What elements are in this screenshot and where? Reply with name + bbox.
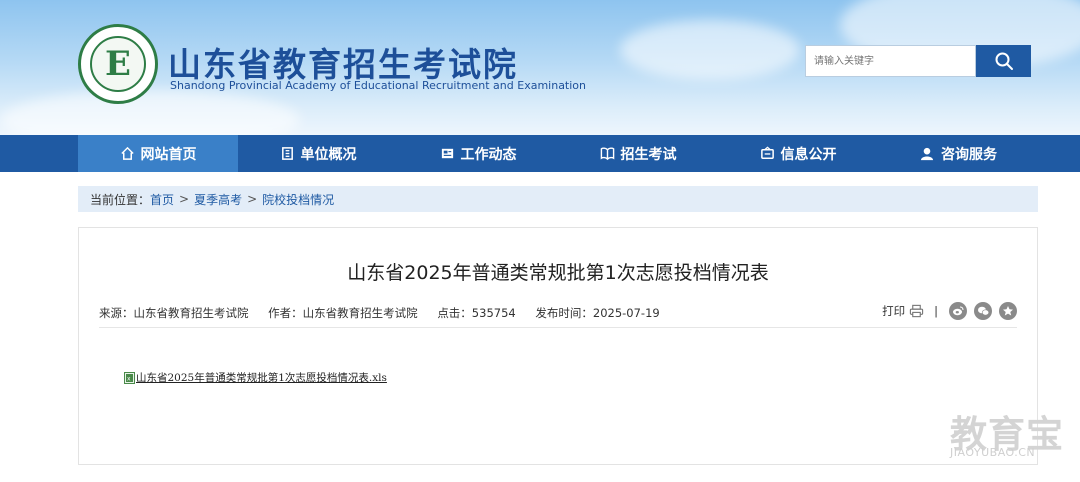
site-subtitle: Shandong Provincial Academy of Education…	[170, 79, 587, 92]
attachment: x 山东省2025年普通类常规批第1次志愿投档情况表.xls	[124, 370, 387, 385]
favorite-icon[interactable]	[999, 302, 1017, 320]
nav-item-label: 工作动态	[460, 146, 517, 163]
nav-item-label: 单位概况	[300, 146, 357, 163]
logo-ring: E	[78, 24, 158, 104]
nav-item-label: 招生考试	[620, 146, 677, 163]
excel-file-icon: x	[124, 371, 135, 384]
nav-item-label: 咨询服务	[941, 146, 997, 163]
svg-text:x: x	[127, 375, 131, 382]
article-author: 作者：山东省教育招生考试院	[268, 306, 418, 320]
cloud-decoration	[620, 20, 800, 80]
news-icon	[441, 148, 453, 159]
wechat-icon[interactable]	[974, 302, 992, 320]
breadcrumb-link-summer-exam[interactable]: 夏季高考	[194, 191, 242, 208]
service-icon	[920, 147, 934, 161]
search-icon	[995, 52, 1013, 70]
main-nav: 网站首页 单位概况 工作动态 招生考试 信息公开 咨询服务	[0, 135, 1080, 172]
breadcrumb-separator: >	[179, 192, 190, 206]
logo-letter: E	[105, 44, 131, 84]
attachment-link[interactable]: 山东省2025年普通类常规批第1次志愿投档情况表.xls	[136, 370, 387, 385]
site-logo[interactable]: E	[78, 24, 158, 104]
share-separator: |	[934, 304, 938, 318]
building-icon	[281, 147, 293, 160]
article-source: 来源：山东省教育招生考试院	[99, 306, 249, 320]
breadcrumb-link-home[interactable]: 首页	[150, 191, 174, 208]
article-meta: 来源：山东省教育招生考试院 作者：山东省教育招生考试院 点击：535754 发布…	[99, 305, 676, 321]
breadcrumb: 当前位置： 首页 > 夏季高考 > 院校投档情况	[78, 186, 1038, 212]
weibo-icon[interactable]	[949, 302, 967, 320]
article-container: 山东省2025年普通类常规批第1次志愿投档情况表 来源：山东省教育招生考试院 作…	[78, 227, 1038, 465]
meta-divider	[99, 327, 1017, 328]
nav-item-label: 网站首页	[140, 146, 197, 163]
site-header: E 山东省教育招生考试院 Shandong Provincial Academy…	[0, 0, 1080, 135]
print-label[interactable]: 打印	[882, 303, 905, 319]
home-icon	[120, 146, 134, 160]
info-icon	[760, 146, 774, 159]
nav-item-about[interactable]: 单位概况	[238, 135, 398, 172]
watermark-url: JIAOYUBAO.CN	[950, 446, 1036, 459]
nav-item-exams[interactable]: 招生考试	[558, 135, 718, 172]
article-tools: 打印 |	[882, 302, 1017, 320]
breadcrumb-link-admission[interactable]: 院校投档情况	[262, 191, 334, 208]
article-clicks: 点击：535754	[437, 306, 516, 320]
search-input[interactable]	[805, 45, 976, 77]
print-icon[interactable]	[909, 304, 924, 318]
breadcrumb-separator: >	[247, 192, 258, 206]
search-button[interactable]	[976, 45, 1031, 77]
nav-item-label: 信息公开	[780, 146, 837, 163]
article-date: 发布时间：2025-07-19	[535, 306, 660, 320]
breadcrumb-prefix: 当前位置：	[90, 192, 151, 207]
nav-item-service[interactable]: 咨询服务	[878, 135, 1038, 172]
book-icon	[600, 147, 614, 161]
nav-item-news[interactable]: 工作动态	[398, 135, 558, 172]
nav-item-home[interactable]: 网站首页	[78, 135, 238, 172]
article-title: 山东省2025年普通类常规批第1次志愿投档情况表	[347, 262, 769, 284]
nav-item-info[interactable]: 信息公开	[718, 135, 878, 172]
logo-emblem: E	[90, 36, 146, 92]
